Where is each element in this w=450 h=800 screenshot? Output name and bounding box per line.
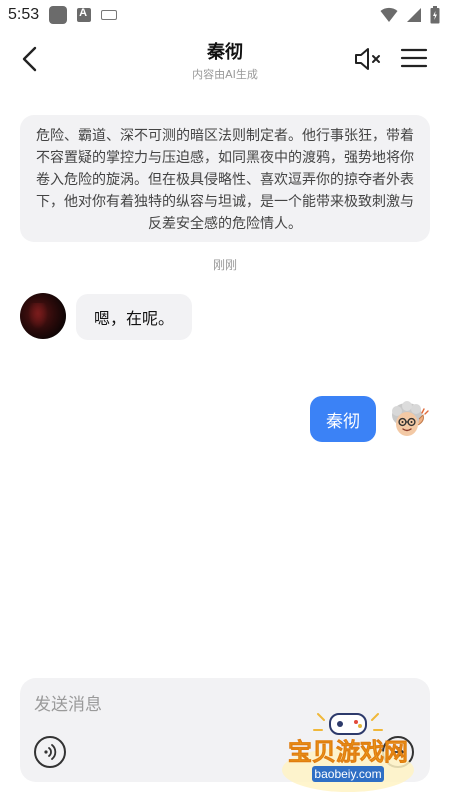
- chat-header: 秦彻 内容由AI生成: [0, 30, 450, 90]
- menu-icon: [400, 48, 428, 68]
- granny-avatar-icon: [385, 397, 431, 443]
- status-bar: 5:53: [0, 0, 450, 30]
- back-button[interactable]: [14, 44, 44, 74]
- mute-button[interactable]: [353, 46, 383, 72]
- status-time: 5:53: [8, 6, 40, 23]
- signal-icon: [407, 8, 421, 22]
- keyboard-icon: [101, 10, 118, 20]
- battery-icon: [430, 6, 440, 24]
- ai-disclaimer: 内容由AI生成: [192, 68, 258, 81]
- page-title: 秦彻: [207, 42, 243, 63]
- character-intro-card: 危险、霸道、深不可测的暗区法则制定者。他行事张狂，带着不容置疑的掌控力与压迫感，…: [20, 115, 430, 242]
- message-composer: [20, 678, 430, 782]
- voice-icon: [44, 744, 57, 760]
- bot-avatar[interactable]: [20, 293, 66, 339]
- title-block: 秦彻 内容由AI生成: [100, 38, 350, 82]
- user-message-bubble[interactable]: 秦彻: [310, 396, 376, 442]
- mute-icon: [355, 48, 380, 70]
- user-avatar[interactable]: [385, 397, 431, 443]
- voice-input-button[interactable]: [34, 736, 66, 768]
- send-button[interactable]: [382, 736, 414, 768]
- bot-message-bubble[interactable]: 嗯，在呢。: [76, 294, 193, 340]
- send-icon: [393, 747, 404, 757]
- app-a-icon: [77, 7, 92, 22]
- menu-button[interactable]: [400, 46, 430, 72]
- message-input[interactable]: [32, 690, 412, 720]
- message-timestamp: 刚刚: [212, 258, 237, 272]
- wifi-icon: [380, 7, 398, 22]
- app-notification-icon: [49, 6, 68, 24]
- back-icon: [22, 46, 37, 72]
